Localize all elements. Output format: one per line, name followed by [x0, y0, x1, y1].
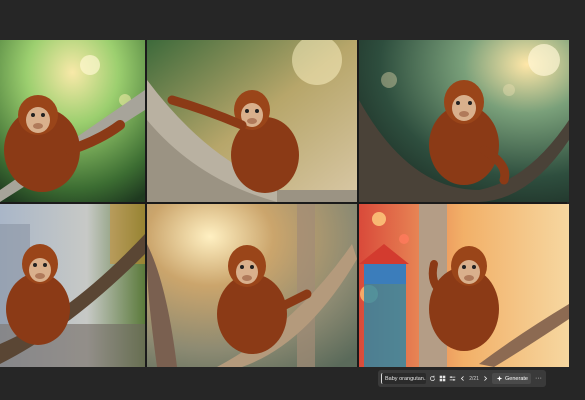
more-options-button[interactable]: ··· — [534, 375, 543, 382]
refresh-icon[interactable] — [429, 375, 436, 383]
image-grid — [0, 40, 569, 367]
sliders-icon[interactable] — [449, 375, 456, 383]
orangutan-image — [0, 40, 145, 202]
orangutan-image — [147, 204, 357, 367]
image-counter: 2/21 — [469, 375, 479, 382]
orangutan-image — [147, 40, 357, 202]
generated-image-3[interactable] — [359, 40, 569, 202]
generate-button[interactable]: Generate — [492, 373, 531, 384]
generate-label: Generate — [505, 375, 528, 382]
chevron-right-icon[interactable] — [482, 375, 489, 383]
generated-image-6[interactable] — [359, 204, 569, 367]
generated-image-2[interactable] — [147, 40, 357, 202]
orangutan-image — [0, 204, 145, 367]
generated-image-1[interactable] — [0, 40, 145, 202]
chevron-left-icon[interactable] — [459, 375, 466, 383]
generated-image-5[interactable] — [147, 204, 357, 367]
orangutan-image — [359, 40, 569, 202]
generation-toolbar: Baby orangutan... 2/21 Generate ··· — [378, 370, 546, 387]
orangutan-image — [359, 204, 569, 367]
grid-icon[interactable] — [439, 375, 446, 383]
sparkle-icon — [495, 375, 503, 383]
generated-image-4[interactable] — [0, 204, 145, 367]
prompt-field[interactable]: Baby orangutan... — [381, 373, 426, 384]
